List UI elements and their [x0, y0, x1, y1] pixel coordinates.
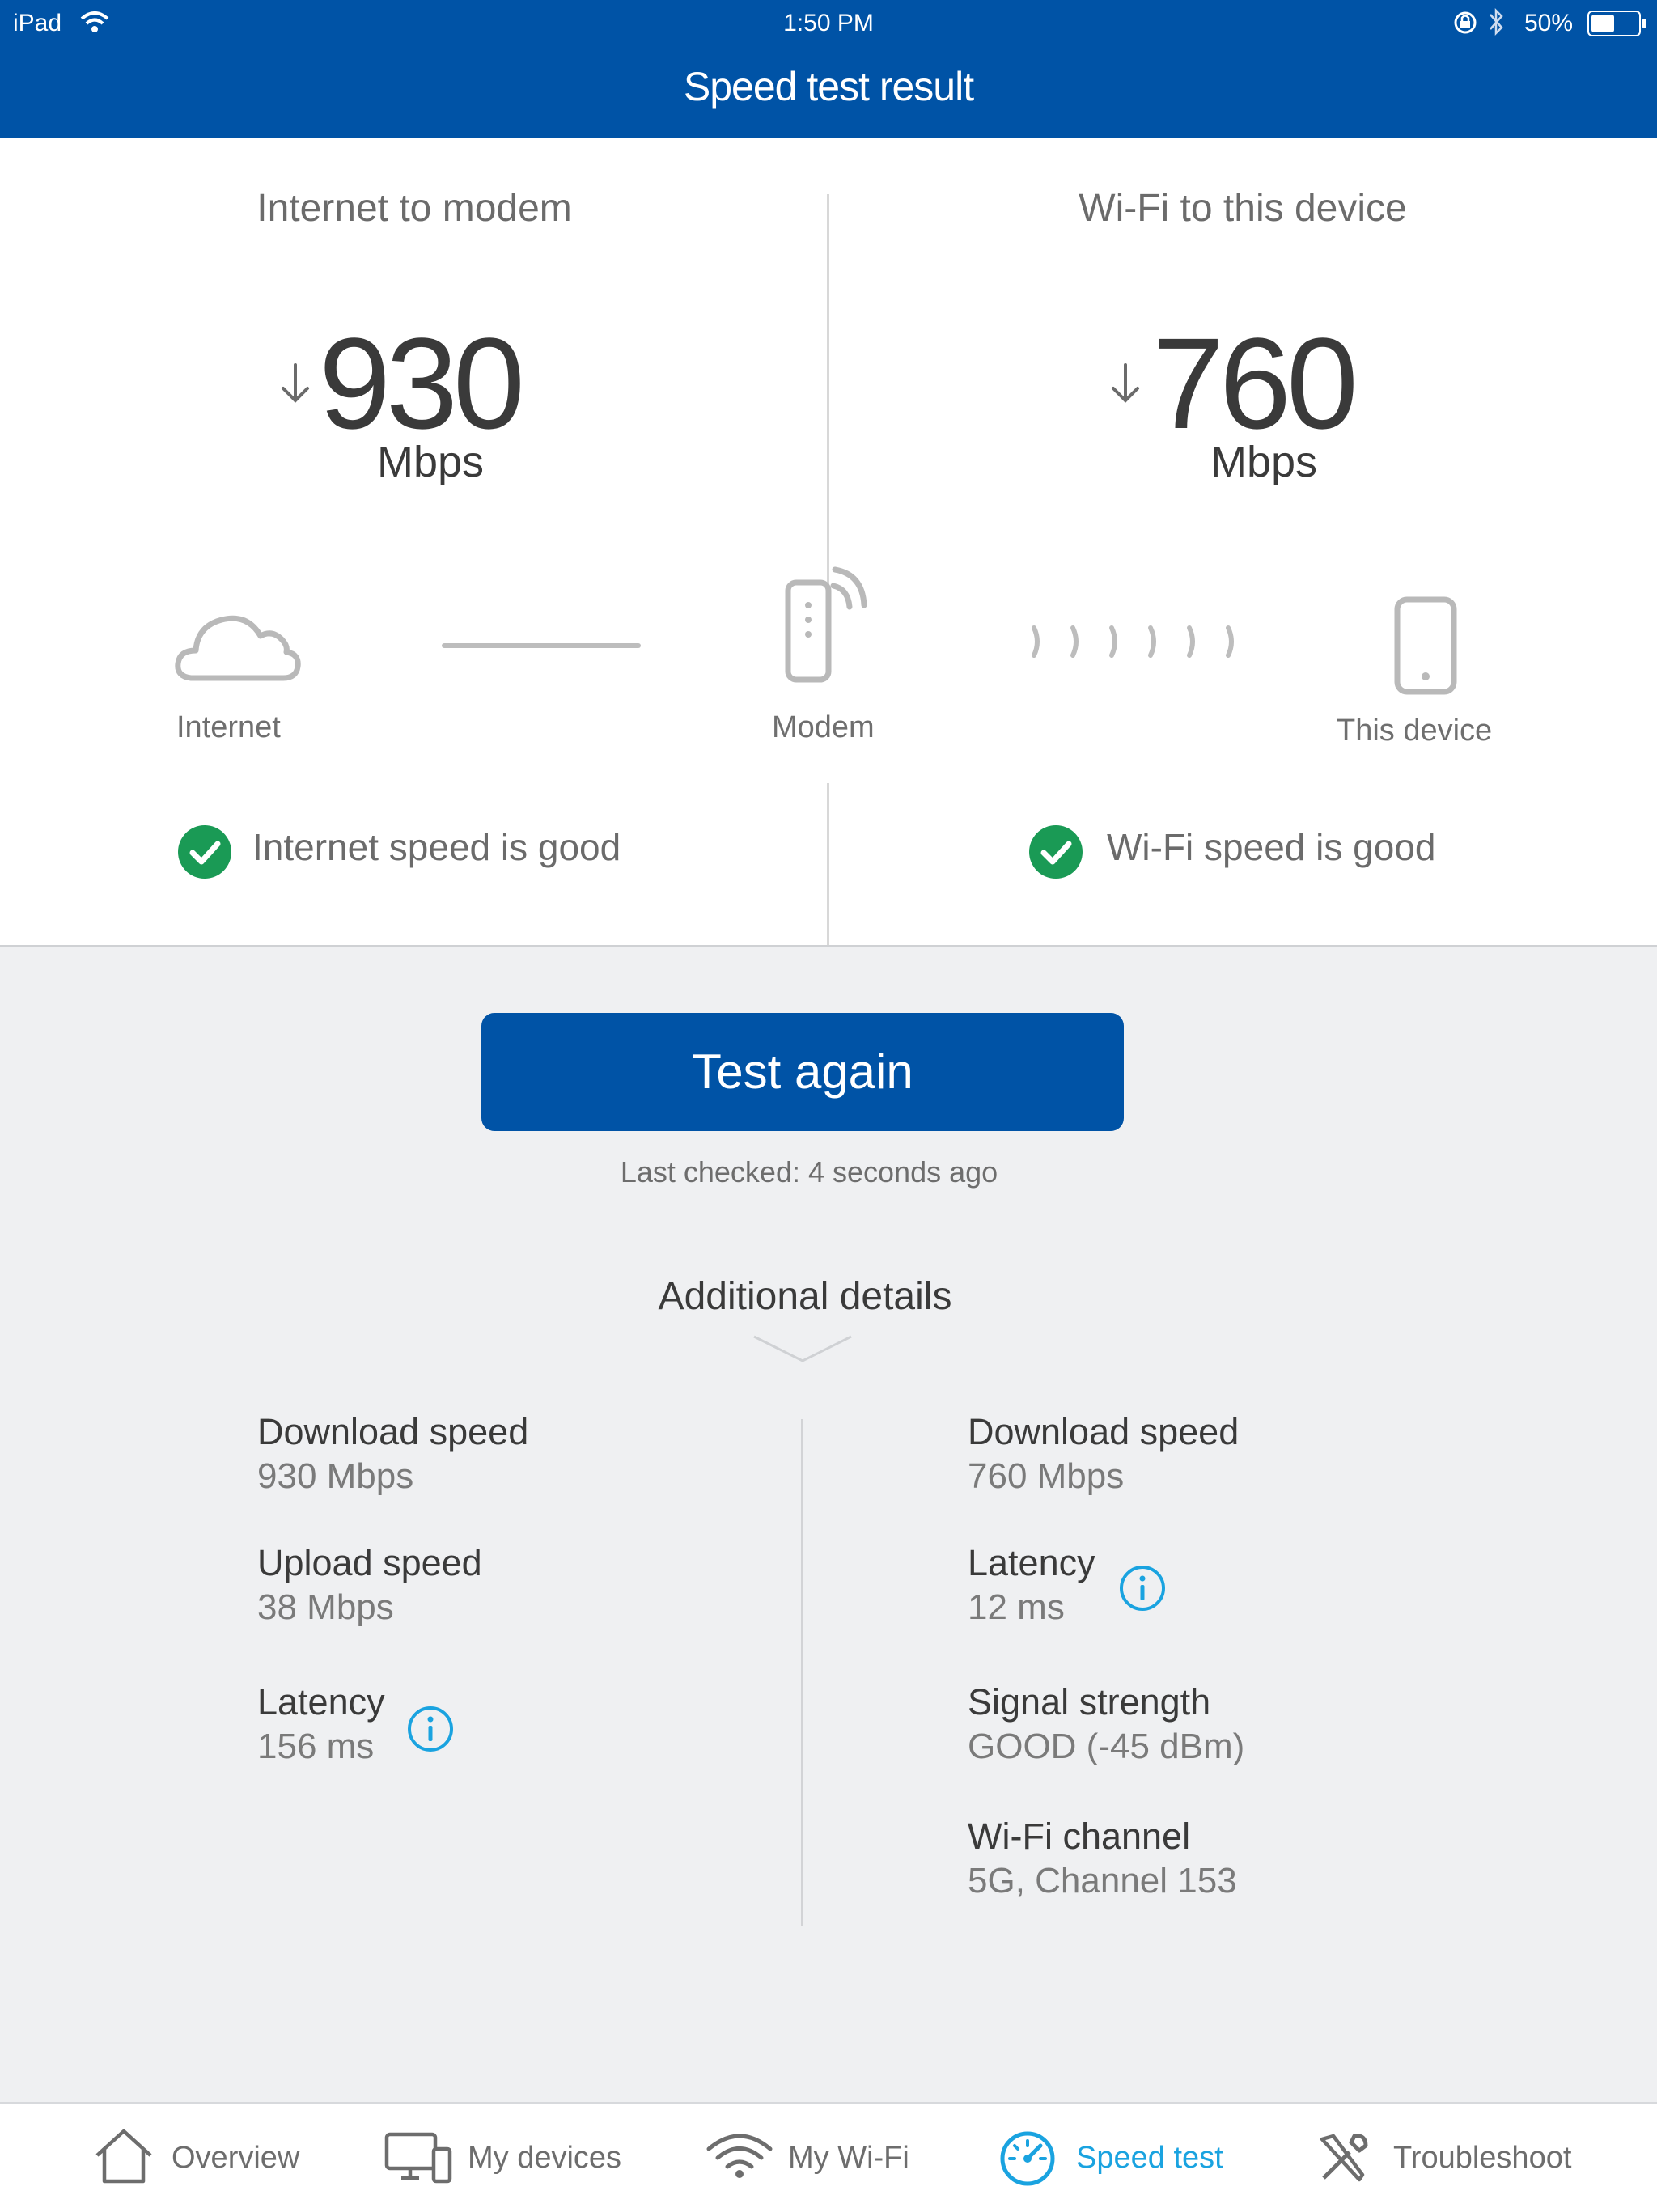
- detail-value: 156 ms: [257, 1727, 375, 1766]
- detail-label: Wi-Fi channel: [968, 1816, 1191, 1857]
- detail-value: 930 Mbps: [257, 1456, 414, 1496]
- cloud-icon: [175, 615, 301, 681]
- wireless-link-waves: [1032, 625, 1234, 658]
- column-divider: [827, 194, 829, 587]
- tab-troubleshoot[interactable]: Troubleshoot: [1316, 2104, 1591, 2212]
- internet-speed-unit: Mbps: [377, 438, 485, 486]
- battery-icon: [1587, 11, 1646, 36]
- clock: 1:50 PM: [783, 10, 874, 36]
- download-arrow-icon: [282, 363, 309, 403]
- phone-device-icon: [1394, 596, 1457, 695]
- detail-value: 5G, Channel 153: [968, 1861, 1237, 1901]
- additional-details-title: Additional details: [658, 1275, 952, 1318]
- tab-label: My devices: [468, 2141, 622, 2175]
- tools-icon: [1320, 2134, 1368, 2182]
- detail-value: GOOD (-45 dBm): [968, 1727, 1245, 1766]
- detail-label: Download speed: [257, 1411, 529, 1452]
- detail-value: 760 Mbps: [968, 1456, 1125, 1496]
- column-divider: [827, 783, 829, 945]
- speedometer-icon: [1000, 2131, 1055, 2186]
- chevron-down-icon[interactable]: [752, 1335, 853, 1364]
- detail-label: Latency: [968, 1542, 1095, 1583]
- wifi-speed-unit: Mbps: [1210, 438, 1318, 486]
- check-icon: [1029, 825, 1083, 879]
- modem-icon: [785, 566, 867, 683]
- details-divider: [801, 1419, 803, 1926]
- results-panel: Internet to modem 930 Mbps Wi-Fi to this…: [0, 138, 1657, 947]
- tab-overview[interactable]: Overview: [89, 2104, 324, 2212]
- info-icon[interactable]: [1119, 1565, 1166, 1612]
- info-icon[interactable]: [407, 1706, 454, 1752]
- wired-link-line: [442, 643, 641, 648]
- detail-label: Signal strength: [968, 1681, 1211, 1723]
- internet-status-text: Internet speed is good: [252, 826, 621, 868]
- devices-icon: [384, 2132, 452, 2184]
- download-arrow-icon: [1112, 363, 1139, 403]
- nav-header: Speed test result: [0, 45, 1657, 138]
- home-icon: [95, 2129, 152, 2184]
- tab-label: My Wi-Fi: [788, 2141, 909, 2175]
- detail-label: Download speed: [968, 1411, 1240, 1452]
- internet-node-label: Internet: [176, 710, 281, 744]
- test-again-button[interactable]: Test again: [481, 1013, 1124, 1131]
- wifi-icon: [706, 2134, 773, 2178]
- internet-speed-value: 930: [319, 311, 525, 456]
- orientation-lock-icon: [1454, 11, 1477, 34]
- tab-my-devices[interactable]: My devices: [380, 2104, 639, 2212]
- wifi-speed-value: 760: [1152, 311, 1358, 456]
- detail-label: Latency: [257, 1681, 385, 1723]
- tab-label: Overview: [172, 2141, 300, 2175]
- page-title: Speed test result: [683, 64, 974, 109]
- modem-node-label: Modem: [772, 710, 875, 744]
- battery-percent: 50%: [1524, 10, 1574, 36]
- status-bar: iPad 1:50 PM 50%: [0, 0, 1657, 45]
- last-checked-text: Last checked: 4 seconds ago: [620, 1155, 998, 1189]
- device-node-label: This device: [1337, 714, 1493, 748]
- internet-to-modem-title: Internet to modem: [256, 187, 572, 230]
- bluetooth-icon: [1490, 7, 1503, 36]
- tab-bar: Overview My devices My Wi-Fi Speed test: [0, 2102, 1657, 2212]
- tab-label: Troubleshoot: [1393, 2141, 1572, 2175]
- tab-my-wifi[interactable]: My Wi-Fi: [702, 2104, 929, 2212]
- tab-speed-test[interactable]: Speed test: [998, 2104, 1241, 2212]
- detail-label: Upload speed: [257, 1542, 482, 1583]
- detail-value: 38 Mbps: [257, 1587, 394, 1627]
- wifi-to-device-title: Wi-Fi to this device: [1079, 187, 1407, 230]
- wifi-status-text: Wi-Fi speed is good: [1107, 826, 1436, 868]
- tab-label: Speed test: [1076, 2141, 1223, 2175]
- check-icon: [178, 825, 231, 879]
- detail-value: 12 ms: [968, 1587, 1065, 1627]
